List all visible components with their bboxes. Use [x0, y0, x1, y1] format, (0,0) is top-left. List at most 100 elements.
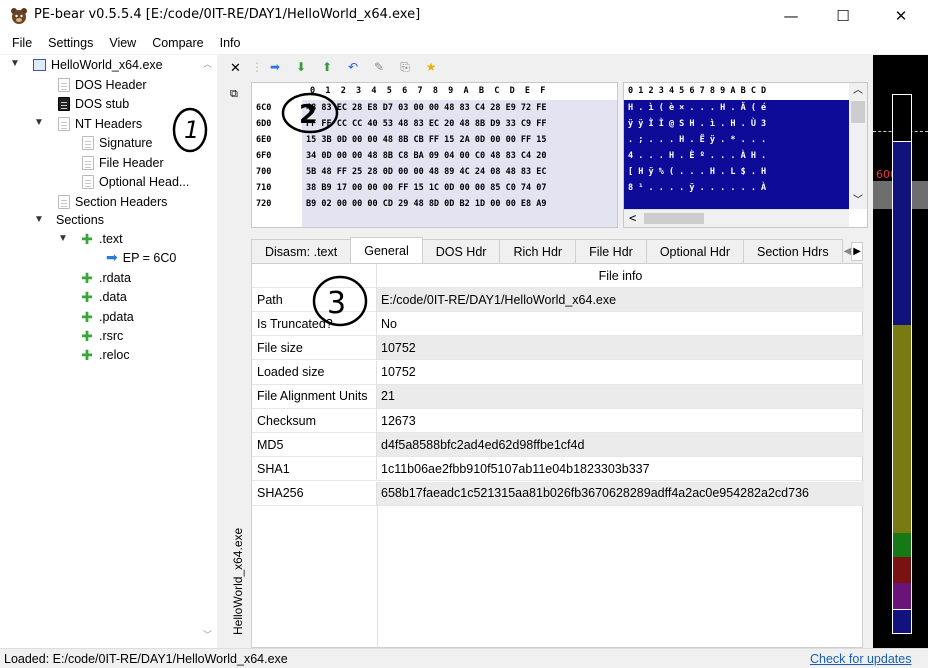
hex-bytes-row[interactable]: FF FF CC CC 40 53 48 83 EC 20 48 8B D9 3… [306, 116, 547, 133]
ascii-row[interactable]: . ; . . . H . Ë ÿ . * . . . [628, 132, 766, 149]
tab-dos-hdr[interactable]: DOS Hdr [421, 239, 501, 263]
tab-disasm[interactable]: Disasm: .text [251, 239, 352, 263]
tree-item-text-section[interactable]: ✚ .text [80, 229, 123, 248]
hex-address: 6E0 [256, 135, 272, 145]
menu-view[interactable]: View [101, 36, 144, 50]
hex-bytes-row[interactable]: B9 02 00 00 00 CD 29 48 8D 0D B2 1D 00 0… [306, 196, 547, 213]
tree-item-pdata-section[interactable]: ✚ .pdata [80, 307, 134, 326]
hex-bytes-row[interactable]: 15 3B 0D 00 00 48 8B CB FF 15 2A 0D 00 0… [306, 132, 547, 149]
file-info-row[interactable]: MD5 d4f5a8588bfc2ad4ed62d98ffbe1cf4d [252, 433, 864, 458]
hex-bytes-row[interactable]: 38 B9 17 00 00 00 FF 15 1C 0D 00 00 85 C… [306, 180, 547, 197]
ascii-row[interactable]: 8 ¹ . . . . ÿ . . . . . . À [628, 180, 766, 197]
arrow-right-icon: ➡ [106, 249, 118, 265]
scroll-thumb[interactable] [644, 213, 704, 224]
chevron-up-icon[interactable]: ︿ [203, 57, 212, 70]
tab-scroll-left-icon[interactable]: ◀ [844, 246, 852, 257]
pin-icon[interactable]: ✎ [366, 56, 392, 78]
map-segment-rdata [892, 325, 912, 533]
float-icon[interactable]: ⧉ [230, 87, 238, 101]
file-info-row[interactable]: Loaded size 10752 [252, 360, 864, 385]
console-icon [58, 96, 70, 111]
status-bar: Loaded: E:/code/0IT-RE/DAY1/HelloWorld_x… [0, 648, 928, 668]
svg-text:3: 3 [327, 286, 346, 321]
map-segment-headers [892, 94, 912, 142]
menu-compare[interactable]: Compare [144, 36, 211, 50]
chevron-down-icon[interactable]: ▼ [10, 58, 20, 69]
hex-address: 6F0 [256, 151, 272, 161]
chevron-up-icon[interactable]: ︿ [853, 81, 863, 96]
close-icon[interactable]: ✕ [230, 61, 241, 76]
hex-bytes-row[interactable]: 34 0D 00 00 48 8B C8 BA 09 04 00 C0 48 8… [306, 148, 547, 165]
menu-info[interactable]: Info [212, 36, 249, 50]
tree-item-reloc-section[interactable]: ✚ .reloc [80, 345, 129, 364]
tree-item-file-header[interactable]: File Header [82, 153, 164, 172]
ascii-vertical-scrollbar[interactable]: ︿ ﹀ [849, 83, 867, 209]
file-info-value[interactable]: 10752 [377, 336, 864, 361]
tree-item-rsrc-section[interactable]: ✚ .rsrc [80, 326, 123, 345]
check-updates-link[interactable]: Check for updates [810, 652, 911, 666]
hex-bytes-area[interactable]: 48 83 EC 28 E8 D7 03 00 00 48 83 C4 28 E… [302, 100, 617, 227]
ascii-row[interactable]: [ H ÿ % ( . . . H . L $ . H [628, 164, 766, 181]
hex-address: 710 [256, 183, 272, 193]
tab-optional-hdr[interactable]: Optional Hdr [645, 239, 745, 263]
tab-general[interactable]: General [350, 237, 423, 263]
ascii-row[interactable]: ÿ ÿ Ì Ì @ S H . ì . H . Ù 3 [628, 116, 766, 133]
file-info-value[interactable]: No [377, 312, 864, 337]
file-info-row[interactable]: File Alignment Units 21 [252, 384, 864, 409]
file-info-value[interactable]: E:/code/0IT-RE/DAY1/HelloWorld_x64.exe [377, 288, 864, 312]
star-icon[interactable]: ★ [418, 56, 444, 78]
annotation-circle-1: 1 [172, 107, 208, 153]
minimize-button[interactable]: — [768, 0, 814, 32]
tab-rich-hdr[interactable]: Rich Hdr [499, 239, 577, 263]
tree-item-dos-stub[interactable]: DOS stub [58, 94, 129, 113]
ascii-horizontal-scrollbar[interactable]: < [624, 209, 849, 227]
ascii-view[interactable]: 0 1 2 3 4 5 6 7 8 9 A B C D H . ì ( è × … [623, 82, 868, 228]
tree-item-signature[interactable]: Signature [82, 133, 153, 152]
hex-bytes-row[interactable]: 5B 48 FF 25 28 0D 00 00 48 89 4C 24 08 4… [306, 164, 547, 181]
file-info-value[interactable]: 12673 [377, 409, 864, 433]
menu-settings[interactable]: Settings [40, 36, 101, 50]
tree-item-root[interactable]: HelloWorld_x64.exe [33, 55, 163, 74]
import-icon[interactable]: ⬇ [288, 56, 314, 78]
ascii-text-area[interactable]: H . ì ( è × . . . H . Ä ( éÿ ÿ Ì Ì @ S H… [624, 100, 849, 211]
goto-arrow-icon[interactable]: ➡ [262, 56, 288, 78]
file-info-row[interactable]: SHA1 1c11b06ae2fbb910f5107ab11e04b1823303… [252, 457, 864, 482]
ascii-row[interactable]: H . ì ( è × . . . H . Ä ( é [628, 100, 766, 117]
file-info-value[interactable]: 21 [377, 384, 864, 409]
tree-item-rdata-section[interactable]: ✚ .rdata [80, 268, 131, 287]
scroll-thumb[interactable] [851, 101, 865, 123]
tree-item-entry-point[interactable]: ➡ EP = 6C0 [106, 248, 176, 267]
tree-item-sections[interactable]: Sections [56, 210, 104, 229]
maximize-button[interactable]: ☐ [820, 0, 866, 32]
tree-item-nt-headers[interactable]: NT Headers [58, 114, 142, 133]
chevron-down-icon[interactable]: ▼ [58, 233, 68, 244]
tree-item-dos-header[interactable]: DOS Header [58, 75, 147, 94]
chevron-left-icon[interactable]: < [629, 211, 636, 225]
file-info-value[interactable]: 1c11b06ae2fbb910f5107ab11e04b1823303b337 [377, 457, 864, 482]
tab-scroll-right-icon[interactable]: ▶ [851, 241, 863, 261]
tab-file-hdr[interactable]: File Hdr [575, 239, 647, 263]
export-icon[interactable]: ⬆ [314, 56, 340, 78]
chevron-down-icon[interactable]: ▼ [34, 214, 44, 225]
copy-icon[interactable]: ⎘ [392, 56, 418, 78]
hex-bytes-row[interactable]: 48 83 EC 28 E8 D7 03 00 00 48 83 C4 28 E… [306, 100, 547, 117]
chevron-down-icon[interactable]: ﹀ [203, 628, 212, 641]
tree-item-data-section[interactable]: ✚ .data [80, 287, 127, 306]
file-info-value[interactable]: 10752 [377, 361, 864, 385]
tab-section-hdrs[interactable]: Section Hdrs [743, 239, 843, 263]
chevron-down-icon[interactable]: ▼ [34, 117, 44, 128]
close-button[interactable]: ✕ [878, 0, 924, 32]
chevron-down-icon[interactable]: ﹀ [853, 191, 863, 206]
tree-item-optional-header[interactable]: Optional Head... [82, 172, 189, 191]
file-info-row[interactable]: Checksum 12673 [252, 409, 864, 433]
file-info-value[interactable]: d4f5a8588bfc2ad4ed62d98ffbe1cf4d [377, 433, 864, 458]
file-info-row[interactable]: SHA256 658b17faeadc1c521315aa81b026fb3670… [252, 481, 864, 506]
tree-item-section-headers[interactable]: Section Headers [58, 192, 167, 211]
menu-file[interactable]: File [4, 36, 40, 50]
document-icon [58, 194, 70, 209]
vertical-file-label: HelloWorld_x64.exe [231, 527, 245, 635]
file-info-value[interactable]: 658b17faeadc1c521315aa81b026fb3670628289… [377, 481, 864, 506]
undo-icon[interactable]: ↶ [340, 56, 366, 78]
ascii-row[interactable]: 4 . . . H . È º . . . À H . [628, 148, 766, 165]
file-info-row[interactable]: File size 10752 [252, 336, 864, 361]
